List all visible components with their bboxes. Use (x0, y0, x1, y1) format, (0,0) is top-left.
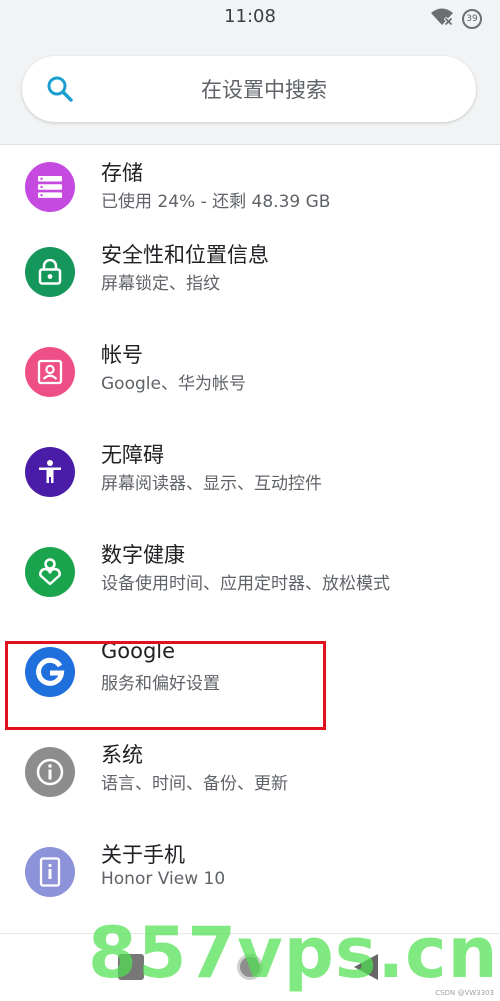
info-icon (25, 747, 75, 797)
settings-item-subtitle: 服务和偏好设置 (101, 674, 220, 694)
settings-item-title: 关于手机 (101, 843, 185, 867)
status-bar: 11:08 39 (0, 0, 500, 34)
status-icons: 39 (430, 7, 482, 31)
search-area (0, 34, 500, 145)
status-time: 11:08 (224, 6, 276, 27)
search-icon (46, 75, 74, 103)
google-icon (25, 647, 75, 697)
battery-icon: 39 (462, 9, 482, 29)
settings-item-storage[interactable]: 存储 已使用 24% - 还剩 48.39 GB (0, 145, 500, 225)
settings-item-subtitle: 设备使用时间、应用定时器、放松模式 (101, 574, 390, 594)
settings-item-title: 安全性和位置信息 (101, 243, 269, 267)
settings-item-digital-wellbeing[interactable]: 数字健康 设备使用时间、应用定时器、放松模式 (0, 525, 500, 625)
circle-home-icon[interactable] (237, 954, 263, 980)
settings-item-about-phone[interactable]: 关于手机 Honor View 10 (0, 825, 500, 925)
settings-item-security[interactable]: 安全性和位置信息 屏幕锁定、指纹 (0, 225, 500, 325)
settings-item-title: 数字健康 (101, 543, 185, 567)
settings-item-subtitle: Honor View 10 (101, 869, 226, 889)
settings-item-title: Google (101, 639, 176, 663)
storage-icon (25, 162, 75, 212)
settings-item-subtitle: 语言、时间、备份、更新 (101, 774, 288, 794)
phone-icon (25, 847, 75, 897)
accessibility-icon (25, 447, 75, 497)
settings-item-accessibility[interactable]: 无障碍 屏幕阅读器、显示、互动控件 (0, 425, 500, 525)
account-icon (25, 347, 75, 397)
lock-icon (25, 247, 75, 297)
settings-item-subtitle: 屏幕锁定、指纹 (101, 274, 220, 294)
settings-item-subtitle: Google、华为帐号 (101, 374, 246, 394)
settings-item-subtitle: 屏幕阅读器、显示、互动控件 (101, 474, 322, 494)
settings-item-google[interactable]: Google 服务和偏好设置 (0, 625, 500, 725)
search-box[interactable] (22, 56, 476, 122)
csdn-watermark: CSDN @VW3303 (435, 989, 494, 997)
wifi-x-icon (430, 7, 454, 31)
settings-item-title: 存储 (101, 161, 143, 185)
settings-item-account[interactable]: 帐号 Google、华为帐号 (0, 325, 500, 425)
settings-item-title: 无障碍 (101, 443, 164, 467)
digital-wellbeing-icon (25, 547, 75, 597)
navigation-bar (0, 933, 500, 1001)
settings-item-system[interactable]: 系统 语言、时间、备份、更新 (0, 725, 500, 825)
settings-list: 存储 已使用 24% - 还剩 48.39 GB 安全性和位置信息 屏幕锁定、指… (0, 145, 500, 925)
search-input[interactable] (92, 74, 436, 106)
settings-item-subtitle: 已使用 24% - 还剩 48.39 GB (101, 192, 331, 212)
square-recents-icon[interactable] (118, 954, 144, 980)
triangle-back-icon[interactable] (354, 954, 378, 980)
settings-item-title: 系统 (101, 743, 143, 767)
settings-item-title: 帐号 (101, 343, 143, 367)
